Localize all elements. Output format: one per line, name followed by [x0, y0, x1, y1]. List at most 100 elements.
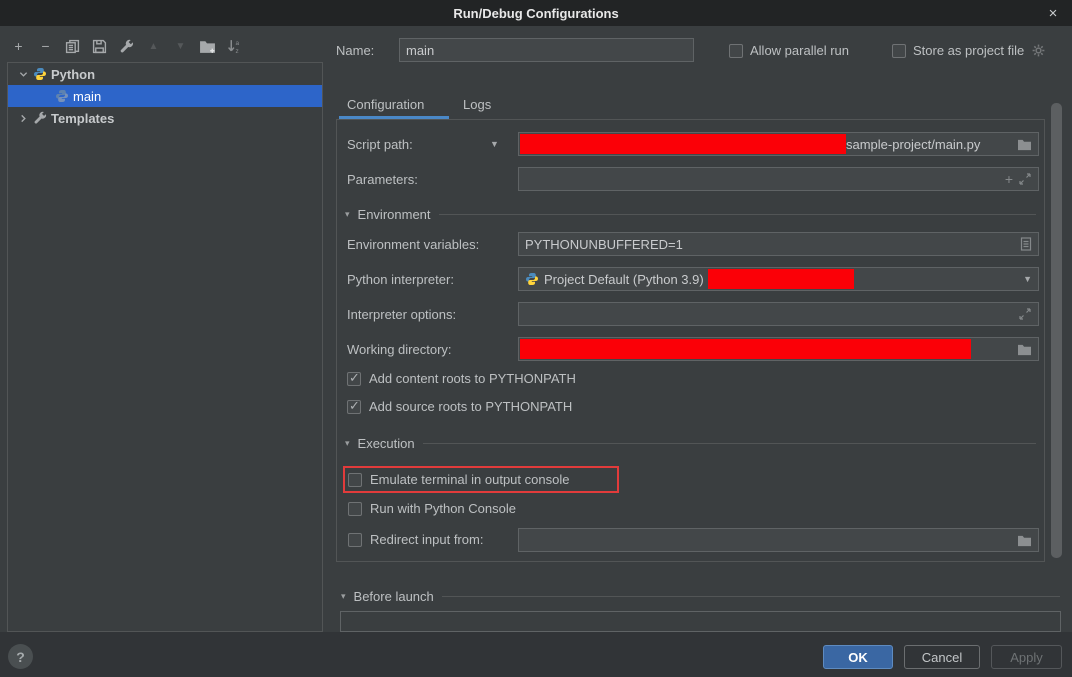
redaction-block	[708, 269, 854, 289]
before-launch-section-header[interactable]: ▾ Before launch	[341, 589, 1060, 604]
checkbox-unchecked[interactable]	[348, 533, 362, 547]
wrench-icon	[33, 111, 47, 125]
script-path-value: sample-project/main.py	[846, 137, 980, 152]
edit-templates-wrench-icon[interactable]	[118, 38, 135, 55]
dialog-title: Run/Debug Configurations	[453, 6, 618, 21]
tree-item-main[interactable]: main	[8, 85, 322, 107]
environment-variables-input[interactable]: PYTHONUNBUFFERED=1	[518, 232, 1039, 256]
section-rule	[442, 596, 1060, 597]
parameters-label: Parameters:	[347, 172, 418, 187]
chevron-right-icon[interactable]	[18, 113, 28, 123]
redirect-input-checkbox[interactable]: Redirect input from:	[348, 532, 483, 547]
svg-text:a: a	[235, 39, 239, 46]
checkbox-checked[interactable]	[347, 400, 361, 414]
environment-section-header[interactable]: ▾ Environment	[345, 207, 1036, 222]
checkbox-unchecked[interactable]	[892, 44, 906, 58]
emulate-terminal-label: Emulate terminal in output console	[370, 472, 569, 487]
redirect-input-label: Redirect input from:	[370, 532, 483, 547]
python-logo-icon	[55, 89, 69, 103]
tree-item-label: main	[73, 89, 101, 104]
section-collapse-icon[interactable]: ▾	[341, 591, 346, 602]
new-folder-icon[interactable]	[199, 38, 216, 55]
close-icon[interactable]: ×	[1040, 0, 1066, 26]
cancel-button[interactable]: Cancel	[904, 645, 980, 669]
store-as-project-file-label: Store as project file	[913, 43, 1024, 58]
interpreter-dropdown-icon[interactable]: ▼	[1023, 274, 1032, 284]
allow-parallel-run-checkbox[interactable]: Allow parallel run	[729, 43, 849, 58]
gear-icon[interactable]	[1031, 43, 1046, 58]
tree-item-templates[interactable]: Templates	[8, 107, 322, 129]
parameters-input[interactable]: +	[518, 167, 1039, 191]
script-path-input[interactable]: sample-project/main.py	[518, 132, 1039, 156]
tab-logs[interactable]: Logs	[463, 97, 491, 112]
configurations-tree: Python main Templates	[7, 62, 323, 632]
redaction-block	[520, 134, 846, 154]
python-logo-icon	[525, 272, 539, 286]
checkbox-unchecked[interactable]	[729, 44, 743, 58]
name-value: main	[406, 43, 434, 58]
redaction-block	[520, 339, 971, 359]
section-rule	[423, 443, 1036, 444]
before-launch-task-list[interactable]	[340, 611, 1061, 632]
section-rule	[439, 214, 1036, 215]
working-directory-input[interactable]	[518, 337, 1039, 361]
ok-button[interactable]: OK	[823, 645, 893, 669]
checkbox-unchecked[interactable]	[348, 473, 362, 487]
python-interpreter-value: Project Default (Python 3.9)	[544, 272, 704, 287]
add-content-roots-label: Add content roots to PYTHONPATH	[369, 371, 576, 386]
environment-variables-label: Environment variables:	[347, 237, 479, 252]
sort-configurations-icon[interactable]: az	[226, 38, 243, 55]
checkbox-checked[interactable]	[347, 372, 361, 386]
section-collapse-icon[interactable]: ▾	[345, 438, 350, 449]
svg-text:z: z	[235, 47, 238, 53]
section-collapse-icon[interactable]: ▾	[345, 209, 350, 220]
store-as-project-file-checkbox[interactable]: Store as project file	[892, 43, 1046, 58]
apply-button: Apply	[991, 645, 1062, 669]
environment-section-label: Environment	[358, 207, 431, 222]
copy-configuration-icon[interactable]	[64, 38, 81, 55]
configurations-toolbar: + − ▲ ▼ az	[10, 34, 243, 58]
tree-item-label: Templates	[51, 111, 114, 126]
python-logo-icon	[33, 67, 47, 81]
move-down-icon: ▼	[172, 38, 189, 55]
before-launch-section-label: Before launch	[354, 589, 434, 604]
parameters-field-icons: +	[1005, 171, 1032, 187]
expand-field-icon[interactable]	[1018, 172, 1032, 186]
edit-variables-icon[interactable]	[1020, 237, 1032, 251]
chevron-down-icon[interactable]	[18, 69, 28, 79]
dialog-titlebar: Run/Debug Configurations ×	[0, 0, 1072, 26]
working-directory-label: Working directory:	[347, 342, 452, 357]
move-up-icon: ▲	[145, 38, 162, 55]
browse-folder-icon[interactable]	[1017, 138, 1032, 151]
browse-folder-icon[interactable]	[1017, 534, 1032, 547]
script-path-dropdown-icon[interactable]: ▼	[490, 139, 499, 149]
allow-parallel-run-label: Allow parallel run	[750, 43, 849, 58]
save-configuration-icon[interactable]	[91, 38, 108, 55]
configuration-tab-panel: Script path: ▼ sample-project/main.py Pa…	[336, 119, 1045, 562]
redirect-input-input[interactable]	[518, 528, 1039, 552]
vertical-scrollbar-thumb[interactable]	[1051, 103, 1062, 558]
add-source-roots-checkbox[interactable]: Add source roots to PYTHONPATH	[347, 399, 572, 414]
run-with-python-console-checkbox[interactable]: Run with Python Console	[348, 501, 516, 516]
environment-variables-value: PYTHONUNBUFFERED=1	[525, 237, 683, 252]
emulate-terminal-checkbox[interactable]: Emulate terminal in output console	[348, 472, 569, 487]
checkbox-unchecked[interactable]	[348, 502, 362, 516]
add-configuration-icon[interactable]: +	[10, 38, 27, 55]
add-macro-icon[interactable]: +	[1005, 171, 1013, 187]
interpreter-options-input[interactable]	[518, 302, 1039, 326]
tree-item-python[interactable]: Python	[8, 63, 322, 85]
execution-section-label: Execution	[358, 436, 415, 451]
execution-section-header[interactable]: ▾ Execution	[345, 436, 1036, 451]
python-interpreter-select[interactable]: Project Default (Python 3.9) ▼	[518, 267, 1039, 291]
interpreter-options-label: Interpreter options:	[347, 307, 456, 322]
question-mark-icon: ?	[16, 649, 25, 665]
help-button[interactable]: ?	[8, 644, 33, 669]
remove-configuration-icon[interactable]: −	[37, 38, 54, 55]
run-with-python-console-label: Run with Python Console	[370, 501, 516, 516]
browse-folder-icon[interactable]	[1017, 343, 1032, 356]
add-content-roots-checkbox[interactable]: Add content roots to PYTHONPATH	[347, 371, 576, 386]
script-path-label: Script path:	[347, 137, 413, 152]
expand-field-icon[interactable]	[1018, 307, 1032, 321]
tab-configuration[interactable]: Configuration	[347, 97, 424, 112]
name-input[interactable]: main	[399, 38, 694, 62]
